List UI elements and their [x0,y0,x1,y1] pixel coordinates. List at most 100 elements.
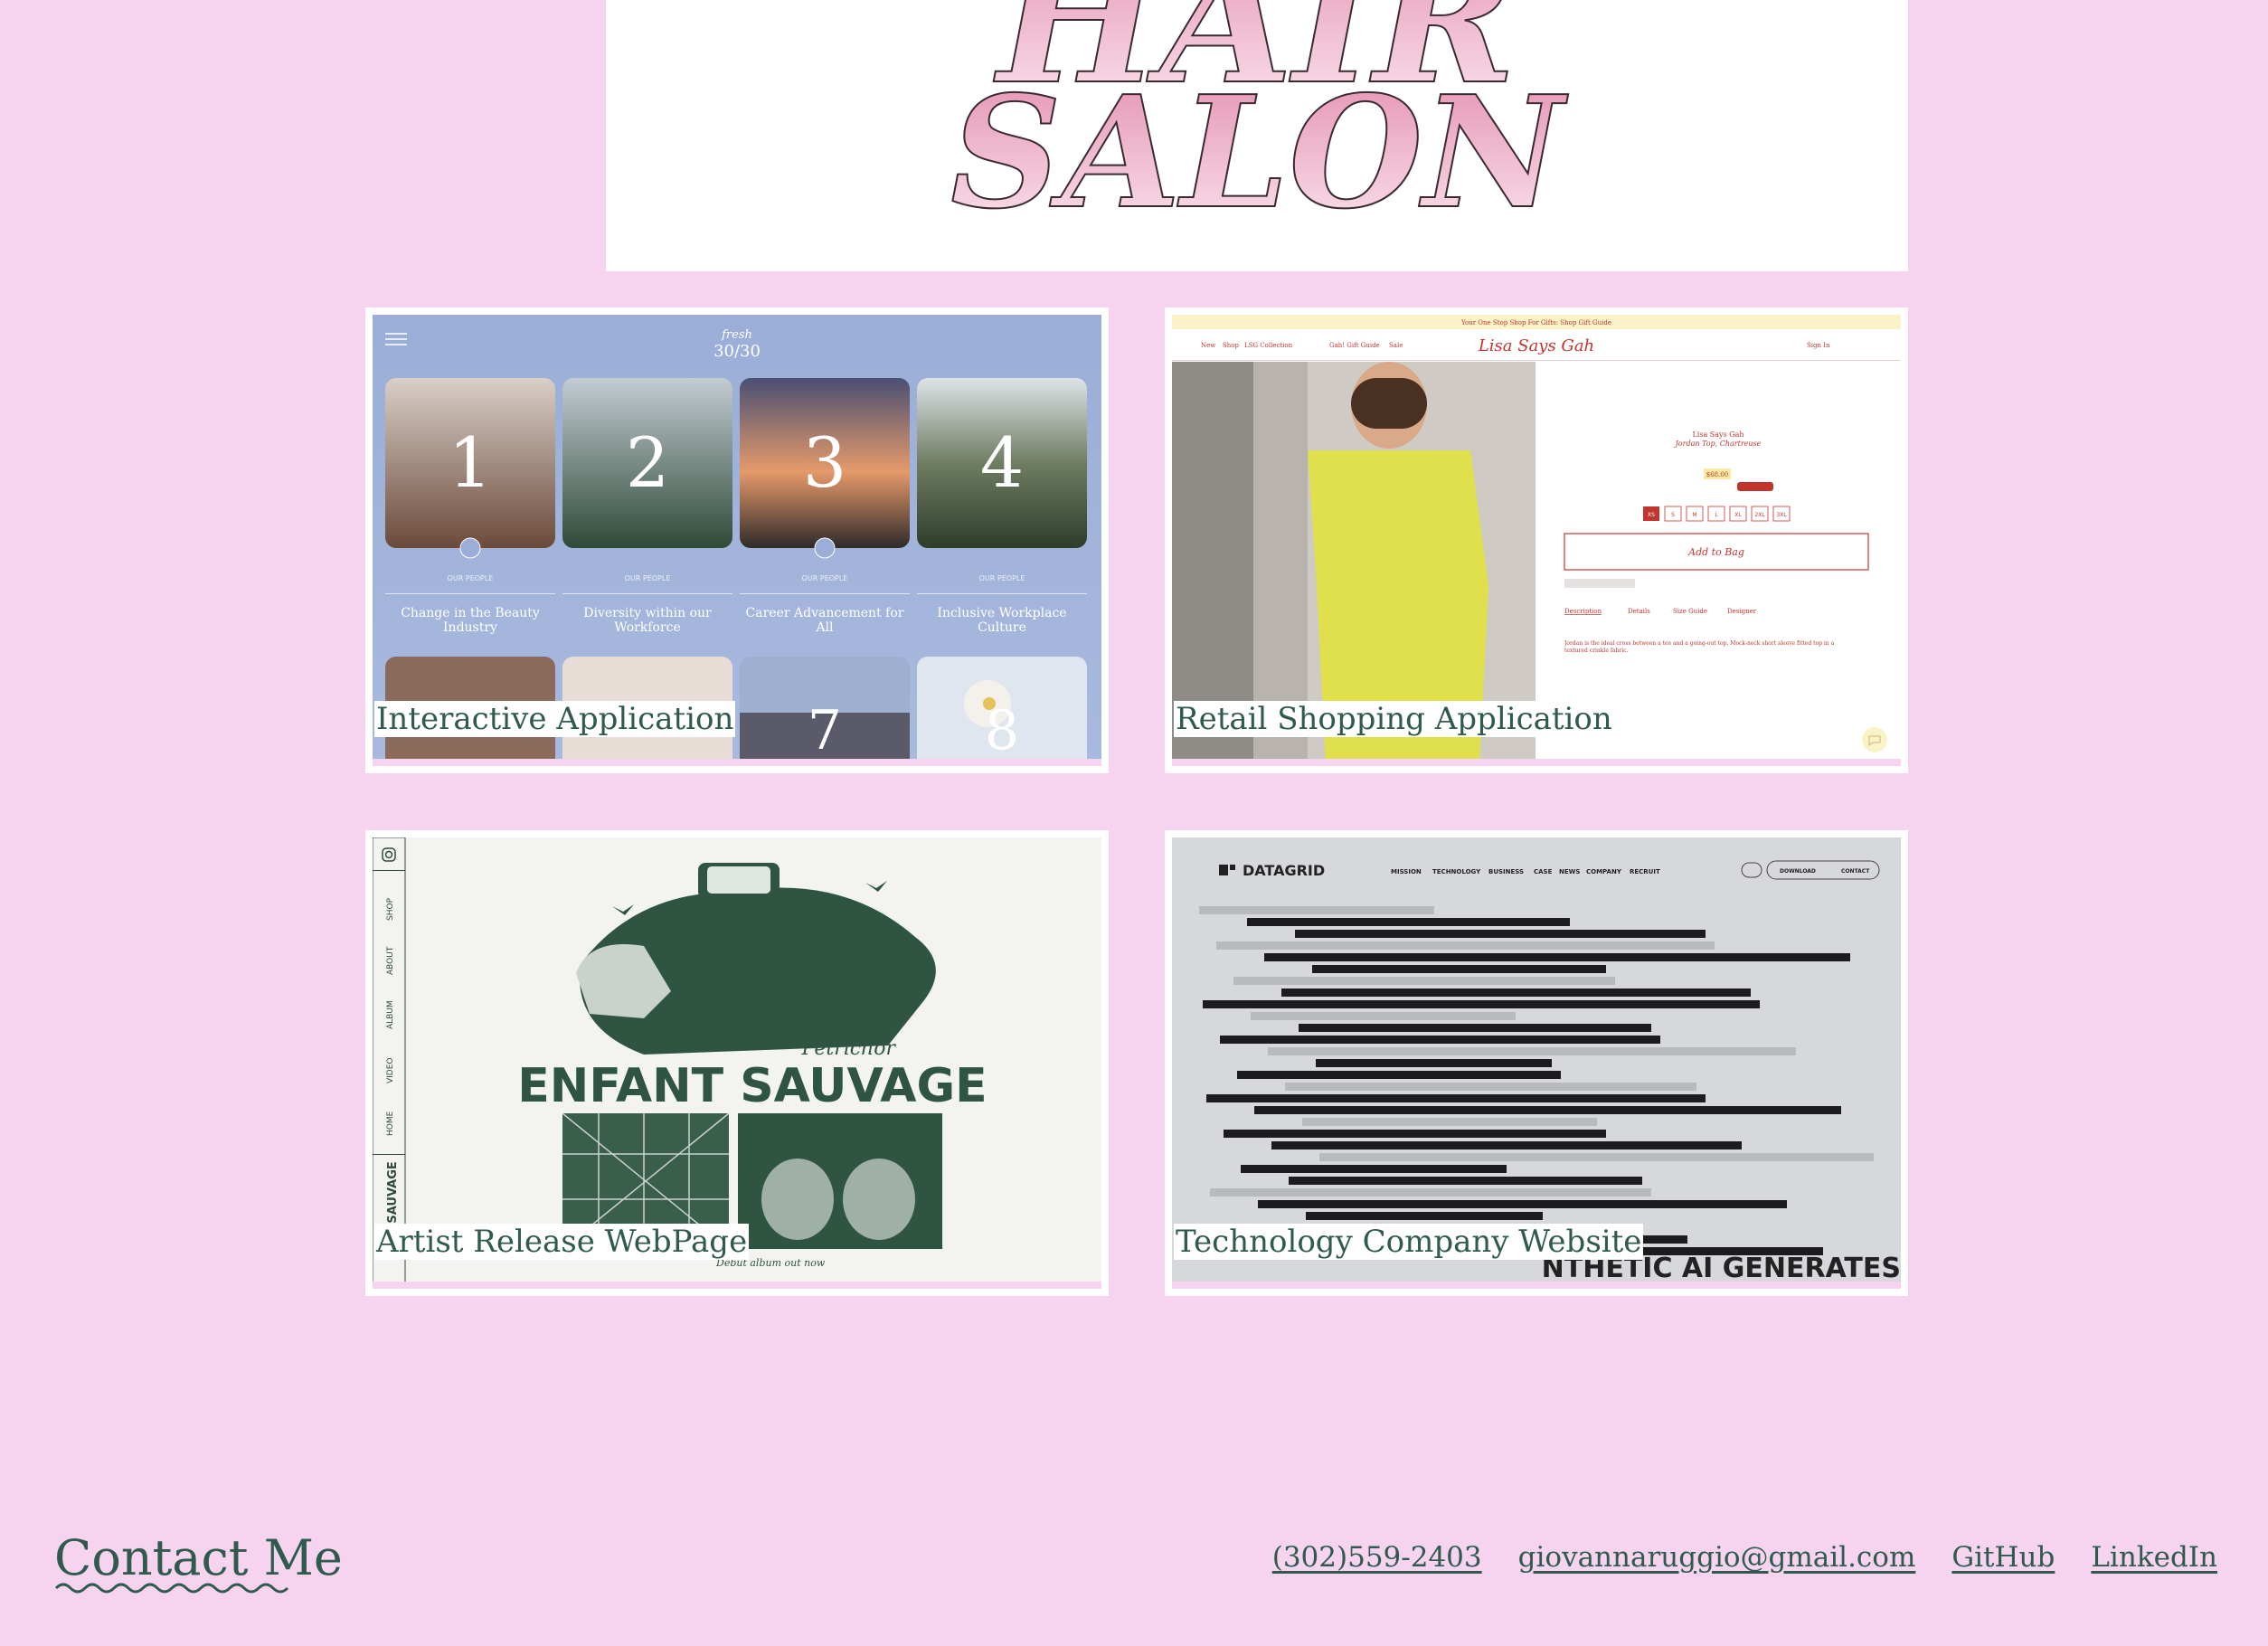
sign-in-link: Sign In [1807,342,1830,349]
nav-album[interactable]: ALBUM [386,1000,395,1029]
artist-release-screenshot: SHOP ABOUT ALBUM VIDEO HOME T SAUVAGE Pe… [373,837,1101,1289]
logo-line-2: SALON [950,62,1568,243]
svg-text:Designer: Designer [1727,608,1757,615]
svg-text:Change in the Beauty: Change in the Beauty [401,606,540,620]
glitch-stripe [1271,1141,1742,1149]
nav-shop[interactable]: SHOP [386,897,395,921]
nav-video[interactable]: VIDEO [386,1057,395,1083]
tech-brand: DATAGRID [1243,862,1325,879]
nav-business[interactable]: BUSINESS [1488,868,1524,875]
glitch-stripe [1210,1188,1651,1197]
glitch-stripe [1299,1024,1651,1032]
nav-recruit[interactable]: RECRUIT [1630,868,1660,875]
glitch-stripe [1268,1047,1796,1055]
nav-technology[interactable]: TECHNOLOGY [1432,868,1481,875]
artist-name: ENFANT SAUVAGE [517,1059,987,1113]
interactive-app-screenshot: fresh 30/30 1 OUR PEOPLE Change in the B… [373,315,1101,766]
nav-sale[interactable]: Sale [1389,342,1403,349]
phone-link[interactable]: (302)559-2403 [1272,1541,1482,1574]
nav-gift-guide[interactable]: Gah! Gift Guide [1329,342,1380,349]
product-price: $68.00 [1706,471,1729,478]
svg-text:Culture: Culture [978,620,1026,635]
glitch-stripe [1312,965,1606,973]
hair-salon-banner[interactable]: HAIR SALON [606,0,1908,271]
size-selector[interactable]: XS S M L XL 2XL 3XL [1643,506,1791,522]
project-label: Retail Shopping Application [1174,701,1614,737]
svg-text:OUR PEOPLE: OUR PEOPLE [448,574,494,582]
github-link[interactable]: GitHub [1951,1541,2055,1574]
add-to-bag-button[interactable]: Add to Bag [1564,533,1869,571]
contact-me-heading: Contact Me [54,1528,343,1594]
glitch-stripe [1281,989,1751,997]
promo-banner: Your One Stop Shop For Gifts: Shop Gift … [1460,319,1611,326]
glitch-stripe [1316,1059,1552,1067]
project-card-artist-release-webpage[interactable]: SHOP ABOUT ALBUM VIDEO HOME T SAUVAGE Pe… [365,830,1109,1296]
product-name: Jordan Top, Chartreuse [1674,440,1762,448]
svg-text:Size Guide: Size Guide [1673,608,1707,615]
svg-text:1: 1 [449,422,492,503]
svg-text:XS: XS [1648,512,1655,518]
nav-news[interactable]: NEWS [1559,868,1580,875]
glitch-stripe [1302,1118,1597,1126]
svg-text:3: 3 [803,422,846,503]
glitch-stripe [1206,1094,1706,1102]
svg-text:Add to Bag: Add to Bag [1687,546,1744,558]
retail-brand: Lisa Says Gah [1478,336,1594,355]
nav-lsg-collection[interactable]: LSG Collection [1244,342,1293,349]
nav-mission[interactable]: MISSION [1391,868,1422,875]
email-link[interactable]: giovannaruggio@gmail.com [1518,1541,1916,1574]
glitch-stripe [1237,1071,1561,1079]
project-card-retail-shopping-application[interactable]: Your One Stop Shop For Gifts: Shop Gift … [1165,307,1908,773]
brand-fresh: fresh [721,328,752,342]
nav-shop[interactable]: Shop [1223,342,1240,349]
svg-text:4: 4 [980,422,1024,503]
glitch-stripe [1241,1165,1507,1173]
glitch-stripe [1216,941,1715,950]
svg-text:2: 2 [626,422,669,503]
svg-text:Inclusive Workplace: Inclusive Workplace [937,606,1066,620]
nav-about[interactable]: ABOUT [386,946,395,975]
svg-text:Description: Description [1564,608,1602,615]
svg-text:Details: Details [1628,608,1650,615]
svg-text:S: S [1671,512,1675,518]
project-card-interactive-application[interactable]: fresh 30/30 1 OUR PEOPLE Change in the B… [365,307,1109,773]
retail-app-screenshot: Your One Stop Shop For Gifts: Shop Gift … [1172,315,1901,766]
album-title: Petrichor [801,1037,897,1060]
project-label: Artist Release WebPage [374,1224,750,1260]
hair-salon-logo: HAIR SALON [950,0,1569,244]
glitch-stripe [1254,1106,1841,1114]
nav-case[interactable]: CASE [1534,868,1553,875]
project-card-technology-company-website[interactable]: DATAGRID MISSION TECHNOLOGY BUSINESS CAS… [1165,830,1908,1296]
svg-text:Diversity within our: Diversity within our [583,606,712,620]
product-description: Jordan is the ideal cross between a tee … [1564,640,1835,654]
glitch-stripe [1220,1036,1660,1044]
svg-text:M: M [1692,512,1696,518]
squiggle-underline [54,1583,289,1594]
glitch-stripe [1285,1083,1696,1091]
glitch-stripe [1319,1153,1874,1161]
nav-home[interactable]: HOME [386,1111,395,1136]
nav-new[interactable]: New [1201,342,1215,349]
svg-text:All: All [815,620,834,635]
glitch-stripe [1203,1000,1760,1008]
linkedin-link[interactable]: LinkedIn [2091,1541,2217,1574]
svg-text:2XL: 2XL [1754,512,1765,518]
svg-text:3XL: 3XL [1776,512,1787,518]
glitch-stripe [1295,930,1706,938]
svg-text:Workforce: Workforce [614,620,680,635]
brand-30-30: 30/30 [713,342,761,361]
chat-icon[interactable] [1862,727,1887,752]
contact-links: (302)559-2403 giovannaruggio@gmail.com G… [1272,1541,2217,1574]
svg-text:OUR PEOPLE: OUR PEOPLE [625,574,671,582]
svg-text:OUR PEOPLE: OUR PEOPLE [979,574,1025,582]
glitch-stripe [1306,1212,1543,1220]
glitch-stripe [1289,1177,1642,1185]
glitch-stripe [1233,977,1615,985]
svg-text:XL: XL [1734,512,1742,518]
nav-company[interactable]: COMPANY [1586,868,1622,875]
project-label: Technology Company Website [1174,1224,1644,1260]
glitch-stripe [1251,1012,1516,1020]
svg-text:DOWNLOAD: DOWNLOAD [1780,868,1816,875]
glitch-stripe [1224,1130,1606,1138]
glitch-stripe [1258,1200,1787,1208]
